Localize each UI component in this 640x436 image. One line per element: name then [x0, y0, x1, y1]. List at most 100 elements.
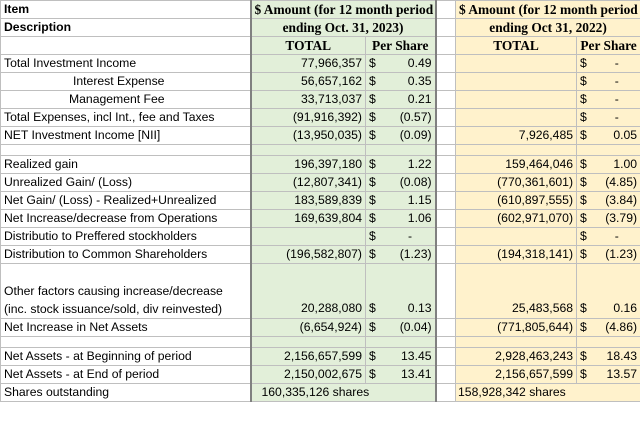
spacer-cell — [435, 108, 457, 127]
spacer-cell — [435, 155, 457, 174]
table-row: Realized gain 196,397,180 $ 1.22 159,464… — [0, 155, 640, 174]
currency-2023: $ — [365, 90, 386, 109]
currency-2023: $ — [365, 155, 386, 174]
per-share-2022: 0.16 — [593, 263, 640, 319]
per-share-2023: (0.09) — [385, 126, 437, 145]
table-row: Net Assets - at End of period 2,150,002,… — [0, 365, 640, 384]
spacer-cell — [435, 0, 457, 19]
total-2022 — [455, 227, 578, 246]
per-share-2022: (4.85) — [593, 173, 640, 192]
currency-2022: $ — [576, 72, 594, 91]
total-2022: 25,483,568 — [455, 263, 578, 319]
row-label: Distributio to Preffered stockholders — [0, 227, 251, 246]
currency-2023: $ — [365, 108, 386, 127]
table-row: Total Expenses, incl Int., fee and Taxes… — [0, 108, 640, 127]
currency-2023: $ — [365, 263, 386, 319]
total-2022: (194,318,141) — [455, 245, 578, 264]
shares-2022: 158,928,342 shares — [455, 383, 640, 402]
total-2022: (770,361,601) — [455, 173, 578, 192]
currency-2022: $ — [576, 155, 594, 174]
row-label: Net Assets - at Beginning of period — [0, 347, 251, 366]
spacer-cell — [435, 126, 457, 145]
table-row: NET Investment Income [NII] (13,950,035)… — [0, 126, 640, 145]
total-2022: (610,897,555) — [455, 191, 578, 210]
blank-cell — [249, 336, 366, 348]
currency-2023: $ — [365, 347, 386, 366]
table-row: Total Investment Income 77,966,357 $ 0.4… — [0, 54, 640, 73]
currency-2023: $ — [365, 365, 386, 384]
row-label-line1: Other factors causing increase/decrease — [4, 284, 223, 298]
per-share-2022-header: Per Share — [576, 36, 640, 55]
currency-2022: $ — [576, 347, 594, 366]
per-share-2023: (0.08) — [385, 173, 437, 192]
row-label: Net Increase in Net Assets — [0, 318, 251, 337]
table-row: Management Fee 33,713,037 $ 0.21 $ - — [0, 90, 640, 109]
currency-2023: $ — [365, 245, 386, 264]
currency-2022: $ — [576, 191, 594, 210]
blank-cell — [0, 144, 251, 156]
per-share-2022: - — [593, 90, 640, 109]
spacer-cell — [435, 245, 457, 264]
blank-cell — [0, 36, 251, 55]
shares-2023: 160,335,126 shares — [249, 383, 437, 402]
blank-cell — [364, 144, 437, 156]
total-2022 — [455, 72, 578, 91]
total-2022: 2,928,463,243 — [455, 347, 578, 366]
currency-2022: $ — [576, 54, 594, 73]
row-label: Total Expenses, incl Int., fee and Taxes — [0, 108, 251, 127]
row-label: Net Increase/decrease from Operations — [0, 209, 251, 228]
per-share-2022: (3.84) — [593, 191, 640, 210]
total-2022: (602,971,070) — [455, 209, 578, 228]
table-row: Net Assets - at Beginning of period 2,15… — [0, 347, 640, 366]
total-2023: 56,657,162 — [249, 72, 366, 91]
row-label: Shares outstanding — [0, 383, 251, 402]
per-share-2023-header: Per Share — [364, 36, 437, 55]
table-row: Unrealized Gain/ (Loss) (12,807,341) $ (… — [0, 173, 640, 192]
per-share-2023: 1.06 — [385, 209, 437, 228]
currency-2023: $ — [365, 126, 386, 145]
total-2023: (13,950,035) — [249, 126, 366, 145]
total-2022: 2,156,657,599 — [455, 365, 578, 384]
per-share-2022: 1.00 — [593, 155, 640, 174]
row-label: Interest Expense — [0, 72, 251, 91]
per-share-2022: (3.79) — [593, 209, 640, 228]
table-row: Shares outstanding 160,335,126 shares 15… — [0, 383, 640, 402]
row-label: Unrealized Gain/ (Loss) — [0, 173, 251, 192]
spacer-row — [0, 336, 640, 348]
row-label: Net Gain/ (Loss) - Realized+Unrealized — [0, 191, 251, 210]
currency-2022: $ — [576, 90, 594, 109]
spacer-row — [0, 144, 640, 156]
financial-table-sheet: Item $ Amount (for 12 month period $ Amo… — [0, 0, 640, 436]
row-label: Other factors causing increase/decrease (… — [0, 263, 251, 319]
blank-cell — [0, 336, 251, 348]
blank-cell — [576, 144, 640, 156]
total-2023: 183,589,839 — [249, 191, 366, 210]
row-label: NET Investment Income [NII] — [0, 126, 251, 145]
per-share-2023: - — [385, 227, 437, 246]
per-share-2023: 0.49 — [385, 54, 437, 73]
total-2023: 77,966,357 — [249, 54, 366, 73]
financial-table: Item $ Amount (for 12 month period $ Amo… — [0, 0, 640, 402]
currency-2022: $ — [576, 318, 594, 337]
col-2023-header-line1: $ Amount (for 12 month period — [249, 0, 437, 19]
total-2022-header: TOTAL — [455, 36, 578, 55]
total-2022 — [455, 54, 578, 73]
row-label: Realized gain — [0, 155, 251, 174]
per-share-2022: - — [593, 108, 640, 127]
spacer-cell — [435, 227, 457, 246]
total-2023-header: TOTAL — [249, 36, 366, 55]
blank-cell — [249, 144, 366, 156]
spacer-cell — [435, 336, 457, 348]
currency-2023: $ — [365, 209, 386, 228]
description-header: Description — [0, 18, 251, 37]
per-share-2023: (1.23) — [385, 245, 437, 264]
table-row: Other factors causing increase/decrease (… — [0, 263, 640, 319]
total-2022 — [455, 108, 578, 127]
total-2022: 7,926,485 — [455, 126, 578, 145]
blank-cell — [455, 336, 578, 348]
spacer-cell — [435, 365, 457, 384]
total-2022: (771,805,644) — [455, 318, 578, 337]
per-share-2022: 13.57 — [593, 365, 640, 384]
header-row-3: TOTAL Per Share TOTAL Per Share — [0, 36, 640, 55]
currency-2023: $ — [365, 173, 386, 192]
